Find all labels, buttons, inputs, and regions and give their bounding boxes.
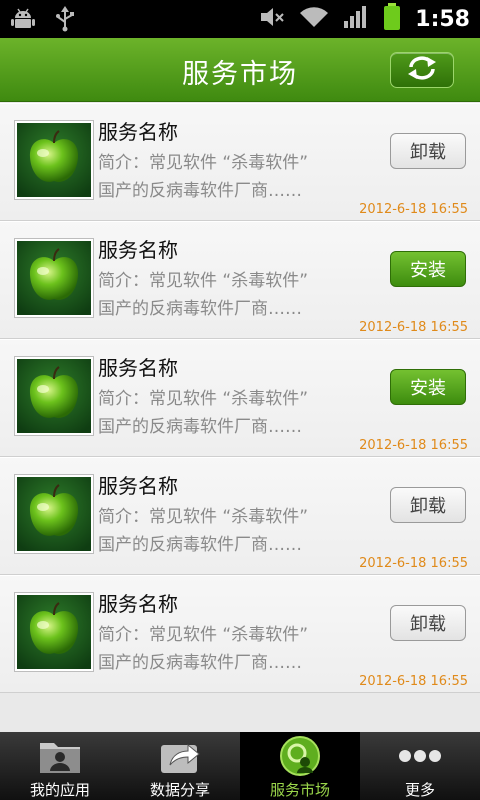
tab-service-market[interactable]: 服务市场 <box>240 732 360 800</box>
tab-label: 我的应用 <box>29 781 90 799</box>
service-name: 服务名称 <box>98 592 178 616</box>
android-icon <box>10 6 36 36</box>
tab-data-share[interactable]: 数据分享 <box>120 732 240 800</box>
refresh-button[interactable] <box>390 52 454 88</box>
service-description: 简介：常见软件 “杀毒软件” <box>98 389 309 409</box>
mute-icon <box>259 5 285 33</box>
battery-icon <box>383 3 401 35</box>
status-time: 1:58 <box>415 6 470 32</box>
service-description: 简介：常见软件 “杀毒软件” <box>98 271 309 291</box>
service-description-more: 国产的反病毒软件厂商…… <box>98 299 302 319</box>
refresh-icon <box>403 55 441 85</box>
service-description-more: 国产的反病毒软件厂商…… <box>98 653 302 673</box>
tab-label: 数据分享 <box>149 781 210 799</box>
bottom-tab-bar: 我的应用 数据分享 服务市场 更多 <box>0 732 480 800</box>
service-date: 2012-6-18 16:55 <box>359 202 468 217</box>
apple-icon <box>14 238 94 318</box>
service-description: 简介：常见软件 “杀毒软件” <box>98 153 309 173</box>
apple-icon <box>14 120 94 200</box>
service-market-icon <box>279 736 321 776</box>
my-apps-icon <box>37 736 83 776</box>
service-description: 简介：常见软件 “杀毒软件” <box>98 507 309 527</box>
service-description: 简介：常见软件 “杀毒软件” <box>98 625 309 645</box>
signal-icon <box>343 5 369 33</box>
service-date: 2012-6-18 16:55 <box>359 674 468 689</box>
share-icon <box>158 736 202 776</box>
service-name: 服务名称 <box>98 474 178 498</box>
list-item[interactable]: 服务名称 简介：常见软件 “杀毒软件” 国产的反病毒软件厂商…… 2012-6-… <box>0 103 480 221</box>
service-name: 服务名称 <box>98 356 178 380</box>
uninstall-button[interactable]: 卸载 <box>390 605 466 641</box>
list-item[interactable]: 服务名称 简介：常见软件 “杀毒软件” 国产的反病毒软件厂商…… 2012-6-… <box>0 457 480 575</box>
service-name: 服务名称 <box>98 238 178 262</box>
service-date: 2012-6-18 16:55 <box>359 556 468 571</box>
usb-icon <box>54 6 76 36</box>
install-button[interactable]: 安装 <box>390 369 466 405</box>
title-bar: 服务市场 <box>0 38 480 102</box>
tab-my-apps[interactable]: 我的应用 <box>0 732 120 800</box>
uninstall-button[interactable]: 卸载 <box>390 487 466 523</box>
service-list: 服务名称 简介：常见软件 “杀毒软件” 国产的反病毒软件厂商…… 2012-6-… <box>0 103 480 693</box>
service-name: 服务名称 <box>98 120 178 144</box>
apple-icon <box>14 356 94 436</box>
status-bar-right: 1:58 <box>259 0 470 38</box>
uninstall-button[interactable]: 卸载 <box>390 133 466 169</box>
tab-more[interactable]: 更多 <box>360 732 480 800</box>
list-item[interactable]: 服务名称 简介：常见软件 “杀毒软件” 国产的反病毒软件厂商…… 2012-6-… <box>0 339 480 457</box>
tab-label: 更多 <box>404 781 435 799</box>
apple-icon <box>14 474 94 554</box>
wifi-icon <box>299 5 329 33</box>
apple-icon <box>14 592 94 672</box>
tab-label: 服务市场 <box>269 781 330 799</box>
install-button[interactable]: 安装 <box>390 251 466 287</box>
service-description-more: 国产的反病毒软件厂商…… <box>98 417 302 437</box>
service-date: 2012-6-18 16:55 <box>359 438 468 453</box>
status-bar-left <box>10 6 76 36</box>
status-bar: 1:58 <box>0 0 480 38</box>
service-date: 2012-6-18 16:55 <box>359 320 468 335</box>
more-icon <box>397 736 443 776</box>
list-item[interactable]: 服务名称 简介：常见软件 “杀毒软件” 国产的反病毒软件厂商…… 2012-6-… <box>0 575 480 693</box>
list-item[interactable]: 服务名称 简介：常见软件 “杀毒软件” 国产的反病毒软件厂商…… 2012-6-… <box>0 221 480 339</box>
service-description-more: 国产的反病毒软件厂商…… <box>98 181 302 201</box>
service-description-more: 国产的反病毒软件厂商…… <box>98 535 302 555</box>
